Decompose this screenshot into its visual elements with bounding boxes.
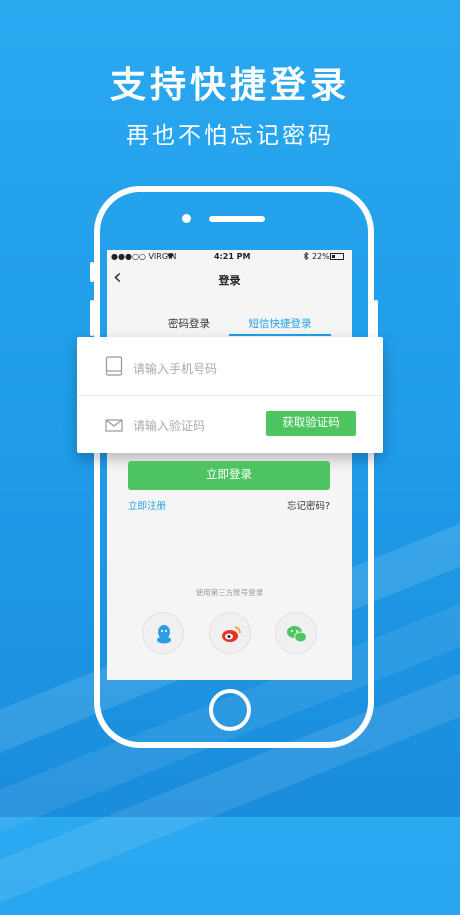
tab-password-login[interactable]: 密码登录 — [139, 316, 239, 331]
promo-subline: 再也不怕忘记密码 — [126, 123, 334, 149]
phone-power-button — [374, 300, 378, 340]
phone-camera — [182, 214, 191, 223]
phone-icon — [105, 356, 123, 380]
register-link[interactable]: 立即注册 — [128, 498, 166, 512]
sms-login-card: 请输入手机号码 请输入验证码 获取验证码 — [77, 337, 383, 453]
login-button[interactable]: 立即登录 — [128, 461, 330, 490]
nav-bar: ‹ 登录 — [107, 264, 352, 296]
weibo-login-button[interactable] — [209, 612, 251, 654]
weibo-icon — [222, 626, 241, 642]
third-party-label: 使用第三方账号登录 — [195, 588, 264, 597]
status-bar: ●●●○○ VIRGIN 4:21 PM 22% — [107, 250, 352, 264]
wechat-login-button[interactable] — [275, 612, 317, 654]
promo-headline: 支持快捷登录 — [109, 65, 350, 106]
battery-icon — [330, 253, 344, 260]
tab-active-indicator — [229, 334, 331, 336]
battery-percent: 22% — [312, 252, 330, 261]
wifi-icon — [166, 252, 175, 261]
wechat-icon — [287, 626, 307, 643]
code-input[interactable]: 请输入验证码 — [133, 417, 205, 434]
qq-login-button[interactable] — [142, 612, 184, 654]
qq-icon — [157, 625, 171, 644]
phone-side-button — [90, 300, 94, 336]
get-code-button[interactable]: 获取验证码 — [266, 411, 356, 436]
status-time: 4:21 PM — [214, 252, 251, 261]
phone-input[interactable]: 请输入手机号码 — [133, 360, 217, 377]
envelope-icon — [105, 417, 123, 436]
page-title: 登录 — [218, 274, 241, 287]
home-button[interactable] — [209, 689, 251, 731]
phone-speaker — [209, 216, 265, 222]
forgot-password-link[interactable]: 忘记密码? — [287, 498, 330, 512]
bluetooth-icon — [303, 251, 309, 262]
tab-sms-login[interactable]: 短信快捷登录 — [230, 316, 330, 331]
phone-input-row[interactable]: 请输入手机号码 — [77, 337, 383, 396]
code-input-row[interactable]: 请输入验证码 获取验证码 — [77, 395, 383, 453]
phone-side-button — [90, 262, 94, 282]
